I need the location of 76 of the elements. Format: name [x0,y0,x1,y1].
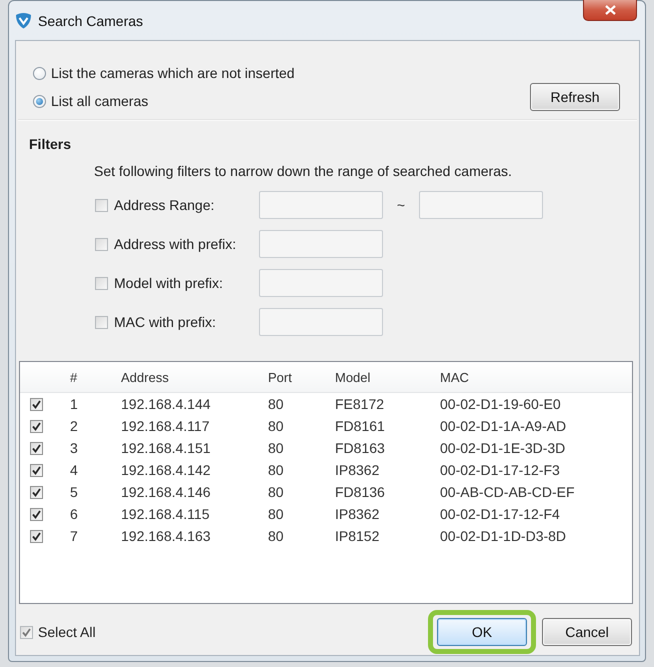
section-title: Filters [28,136,72,152]
radio-button[interactable] [33,66,46,80]
input-field[interactable] [419,191,543,219]
checkbox[interactable] [30,398,43,410]
checkbox[interactable] [95,238,108,250]
refresh-button[interactable]: Refresh [530,83,620,111]
table-cell: IP8362 [335,462,380,478]
column-header: # [70,370,78,384]
table-cell: 192.168.4.115 [121,506,210,522]
checkbox[interactable] [30,508,43,520]
checkbox[interactable] [30,464,43,476]
input-field[interactable] [259,191,383,219]
checkbox[interactable] [30,530,43,542]
table-cell: 80 [268,506,284,522]
table-cell: 80 [268,528,284,544]
table-cell: 00-02-D1-19-60-E0 [440,396,561,412]
input-field[interactable] [259,308,383,336]
checkbox[interactable] [30,420,43,432]
default-button[interactable]: OK [437,618,527,646]
checkbox-label: Select All [38,624,96,640]
table-cell: 00-02-D1-1D-D3-8D [440,528,566,544]
table-cell: IP8362 [335,506,380,522]
radio-label: List the cameras which are not inserted [51,65,295,81]
checkbox[interactable] [20,626,33,638]
table-cell: 80 [268,418,284,434]
table-cell: FD8136 [335,484,385,500]
table-cell: FD8163 [335,440,385,456]
logo-icon [15,12,32,29]
filter-label: Address with prefix: [113,236,238,252]
table-cell: 192.168.4.117 [121,418,210,434]
filter-label: Address Range: [113,197,216,213]
input-field[interactable] [259,230,383,258]
table-cell: 80 [268,440,284,456]
table-cell: 00-02-D1-1E-3D-3D [440,440,566,456]
table-cell: 80 [268,462,284,478]
range-separator: ~ [396,197,406,213]
table-cell: 5 [70,484,78,500]
checkbox[interactable] [30,486,43,498]
radio-label: List all cameras [51,93,148,109]
table-cell: FE8172 [335,396,384,412]
window-title: Search Cameras [38,12,144,28]
input-field[interactable] [259,269,383,297]
column-header: MAC [440,370,469,384]
checkbox[interactable] [95,198,108,212]
column-header: Address [121,370,169,384]
table-cell: 192.168.4.144 [121,396,211,412]
table-cell: 00-02-D1-1A-A9-AD [440,418,566,434]
table-cell: 00-02-D1-17-12-F4 [440,506,560,522]
radio-button[interactable] [33,94,46,108]
table-cell: 192.168.4.151 [121,440,211,456]
table-cell: 00-AB-CD-AB-CD-EF [440,484,575,500]
column-header: Port [268,370,292,384]
close-icon [604,5,616,15]
table-cell: 00-02-D1-17-12-F3 [440,462,560,478]
table-cell: IP8152 [335,528,380,544]
table-cell: 7 [70,528,78,544]
column-header: Model [335,370,370,384]
table-cell: 2 [70,418,78,434]
table-cell: 6 [70,506,78,522]
table-cell: 4 [70,462,78,478]
checkbox[interactable] [95,316,108,328]
table-cell: 192.168.4.163 [121,528,211,544]
checkbox[interactable] [30,442,43,454]
table-cell: 3 [70,440,78,456]
filter-label: Model with prefix: [113,275,224,291]
filter-label: MAC with prefix: [113,314,217,330]
table-cell: 80 [268,396,284,412]
table-cell: FD8161 [335,418,385,434]
table-cell: 80 [268,484,284,500]
checkbox[interactable] [95,276,108,290]
filter-description: Set following filters to narrow down the range of searched cameras. [94,163,512,179]
dialog-button[interactable]: Cancel [542,618,632,646]
table-cell: 192.168.4.142 [121,462,211,478]
table-cell: 192.168.4.146 [121,484,211,500]
close-button[interactable] [583,0,637,21]
table-cell: 1 [70,396,78,412]
